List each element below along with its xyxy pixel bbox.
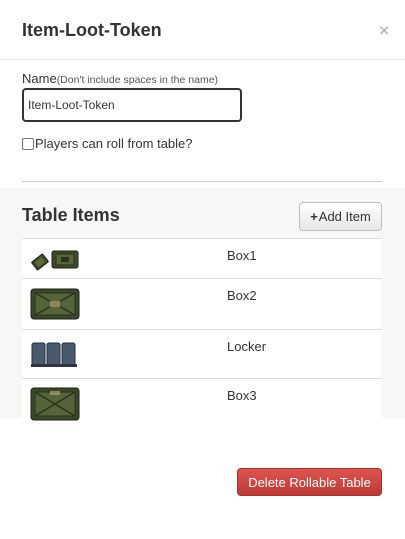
table-row-locker[interactable]: Locker [22,329,382,378]
rollable-table-dialog: Item-Loot-Token × Name(Don't include spa… [0,0,405,539]
plus-icon: + [310,209,318,224]
delete-rollable-table-button[interactable]: Delete Rollable Table [237,468,382,496]
dialog-title: Item-Loot-Token [22,20,162,40]
players-roll-label: Players can roll from table? [35,136,193,151]
dialog-header: Item-Loot-Token × [0,0,405,60]
add-item-label: Add Item [318,209,371,224]
locker-thumbnail-icon [31,342,77,367]
item-label: Locker [227,339,267,354]
table-items-list: Box1 Box2 Locker Box3 [22,238,382,427]
item-label: Box2 [227,288,257,303]
name-label-row: Name(Don't include spaces in the name) [22,71,218,86]
players-roll-checkbox[interactable] [22,137,34,150]
name-input[interactable] [22,88,242,122]
item-label: Box1 [227,248,257,263]
box1-thumbnail-icon [31,250,79,271]
item-label: Box3 [227,388,257,403]
divider [22,181,382,182]
table-row-box1[interactable]: Box1 [22,238,382,278]
table-row-box2[interactable]: Box2 [22,278,382,329]
players-roll-row[interactable]: Players can roll from table? [22,136,193,151]
add-item-button[interactable]: + Add Item [299,202,382,231]
box2-thumbnail-icon [30,288,80,320]
name-label: Name [22,71,57,86]
table-items-heading: Table Items [22,205,120,225]
box3-thumbnail-icon [30,387,80,421]
table-row-box3[interactable]: Box3 [22,378,382,427]
name-hint: (Don't include spaces in the name) [56,74,219,86]
close-icon[interactable]: × [379,22,389,40]
